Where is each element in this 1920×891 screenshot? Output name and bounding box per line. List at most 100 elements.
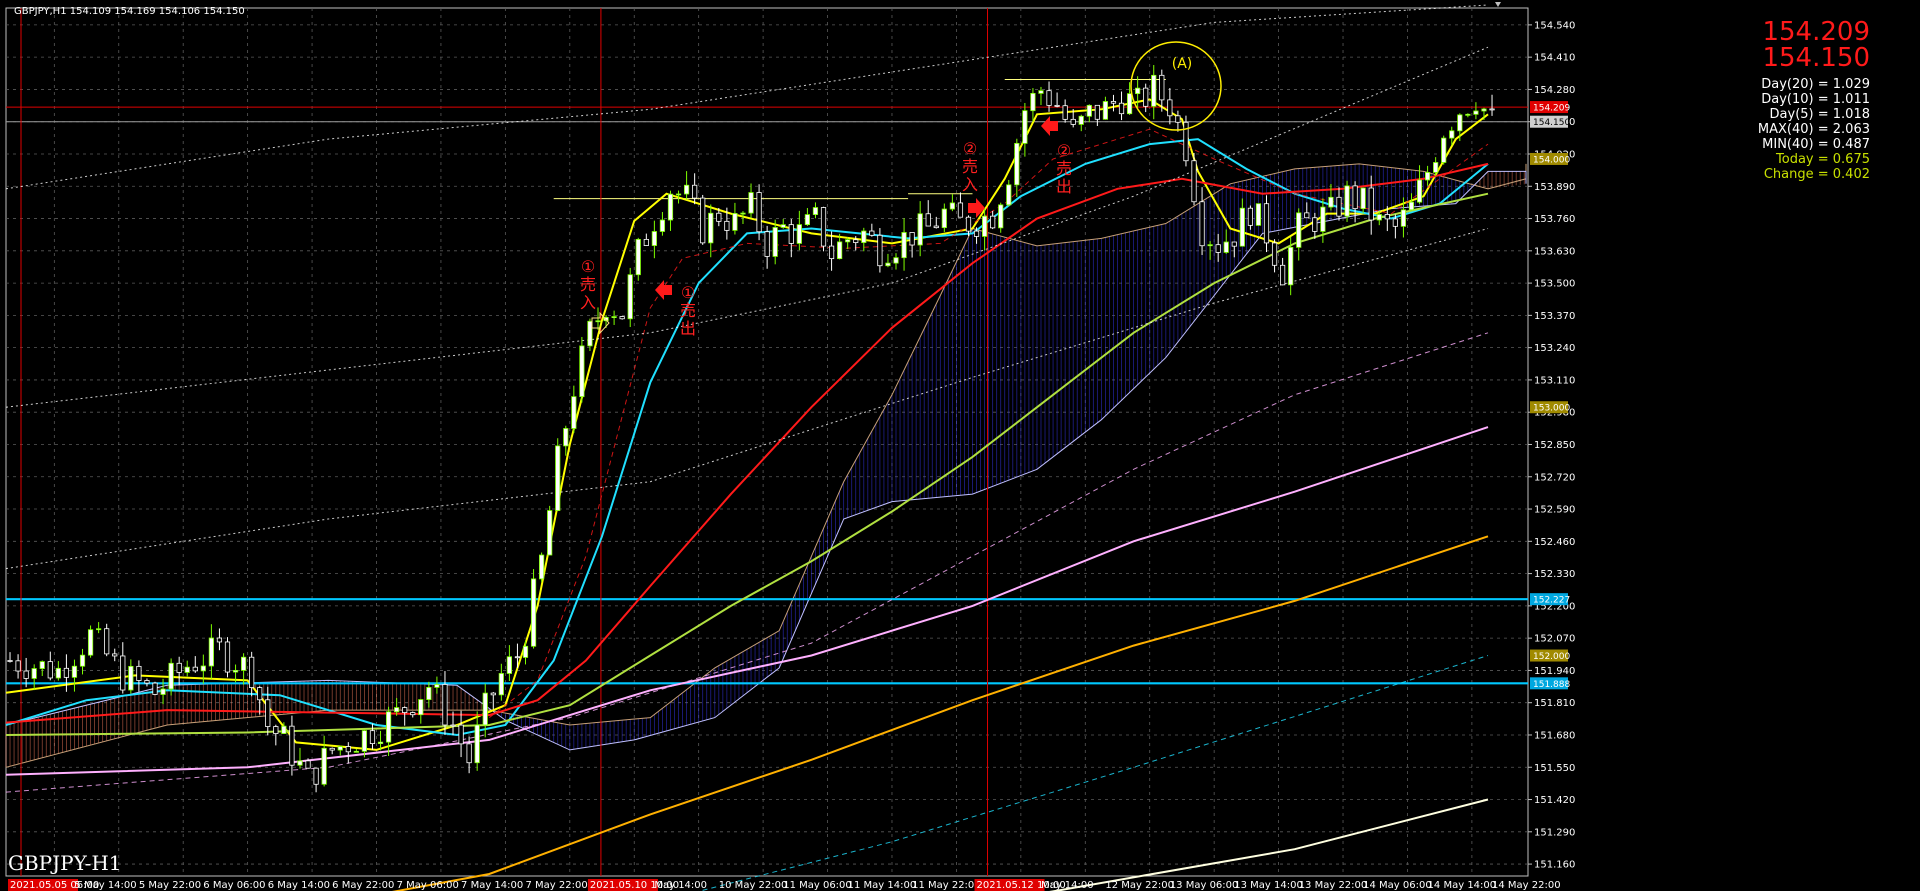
candle-body [1465,113,1471,116]
y-tick-label-10: 153.240 [1534,343,1575,354]
y-tick-label-19: 152.070 [1534,634,1575,645]
candle-body [47,661,53,679]
candle-body [724,220,730,231]
candle-body [442,684,448,726]
candle-body [820,207,827,247]
buy-marker-2: ② 売 入 [962,139,978,194]
candle-body [1014,142,1020,186]
candle-body [1030,92,1036,112]
candle-body [1070,118,1076,125]
candle-body [1094,104,1100,120]
y-tick-label-22: 151.680 [1534,730,1575,741]
symbol-label: GBPJPY-H1 [8,851,122,875]
candle-body [1046,90,1052,106]
candle-body [1022,110,1028,144]
candle-body [780,224,786,228]
candle-body [31,668,37,679]
candle-body [1038,90,1044,94]
candle-body [160,688,166,695]
candle-body [506,656,512,674]
x-tick-label-19: 13 May 14:00 [1234,880,1303,891]
candle-body [257,687,263,701]
x-tick-label-6: 7 May 06:00 [397,880,459,891]
candle-body [547,510,553,556]
candle-body [232,669,239,673]
candle-body [176,662,182,673]
candle-body [732,213,738,231]
candle-body [345,746,351,753]
x-tick-label-23: 14 May 22:00 [1492,880,1561,891]
y-tick-label-23: 151.550 [1534,763,1575,774]
candle-body [990,215,996,229]
candle-body [716,212,722,222]
candle-body [79,654,86,667]
candle-body [474,724,480,764]
candle-body [1143,87,1149,107]
candle-body [200,665,206,672]
stat-day10: Day(10) = 1.011 [1761,92,1870,107]
candle-body [377,741,384,744]
candle-body [96,628,102,631]
x-tick-label-14: 11 May 22:00 [912,880,981,891]
candle-body [1392,218,1398,227]
candle-body [184,666,190,673]
candle-body [15,660,21,672]
candle-body [812,207,819,215]
sell-1-char-a: 売 [680,301,696,320]
candle-body [1433,162,1439,173]
candle-body [321,747,327,785]
candle-body [249,656,255,688]
candle-body [756,192,762,233]
candle-body [466,743,472,764]
candle-body [949,202,955,210]
candle-body [869,230,875,236]
candle-body [933,225,939,229]
candle-body [337,746,343,751]
candle-body [973,230,980,237]
buy-2-char-b: 入 [962,175,978,194]
candle-body [748,192,754,214]
x-tick-label-10: May 14:00 [654,880,707,891]
candle-body [168,662,174,690]
candle-body [1312,217,1318,232]
x-tick-label-22: 14 May 14:00 [1428,880,1497,891]
candle-body [885,262,891,267]
candle-body [410,712,416,716]
stat-max40: MAX(40) = 2.063 [1758,122,1870,137]
candle-body [1207,244,1213,247]
candle-body [1151,74,1157,107]
stat-day20: Day(20) = 1.029 [1761,77,1870,92]
candle-body [1126,93,1133,115]
candle-body [764,231,770,257]
candle-body [659,219,666,232]
level-tag-label-1: 154.150 [1533,118,1570,128]
annotation-a-label: (A) [1172,56,1193,72]
buy-marker-1: ① 売 入 [580,257,596,312]
candle-body [587,320,593,347]
candle-body [740,212,746,215]
candle-body [957,202,964,218]
candle-body [1352,185,1358,210]
candle-body [1263,203,1270,244]
candle-body [434,684,440,688]
y-tick-label-2: 154.280 [1534,85,1575,96]
x-tick-label-11: 10 May 22:00 [719,880,788,891]
candle-body [530,578,537,647]
candle-body [909,232,915,246]
candle-body [1336,196,1342,217]
candle-body [1078,115,1084,125]
candle-body [643,238,649,246]
candle-body [120,655,126,691]
level-tag-label-3: 153.000 [1533,404,1570,414]
buy-2-char-a: 売 [962,157,978,176]
candle-body [1368,187,1374,221]
candle-body [1457,114,1463,132]
candle-body [273,726,279,734]
sell-2-char-a: 売 [1056,159,1072,178]
candle-body [112,653,118,657]
chart-canvas[interactable]: 154.540154.410154.280154.150154.020153.8… [0,0,1920,891]
candle-body [426,687,432,700]
y-tick-label-6: 153.760 [1534,214,1575,225]
candle-body [71,665,78,678]
candle-body [925,213,931,227]
